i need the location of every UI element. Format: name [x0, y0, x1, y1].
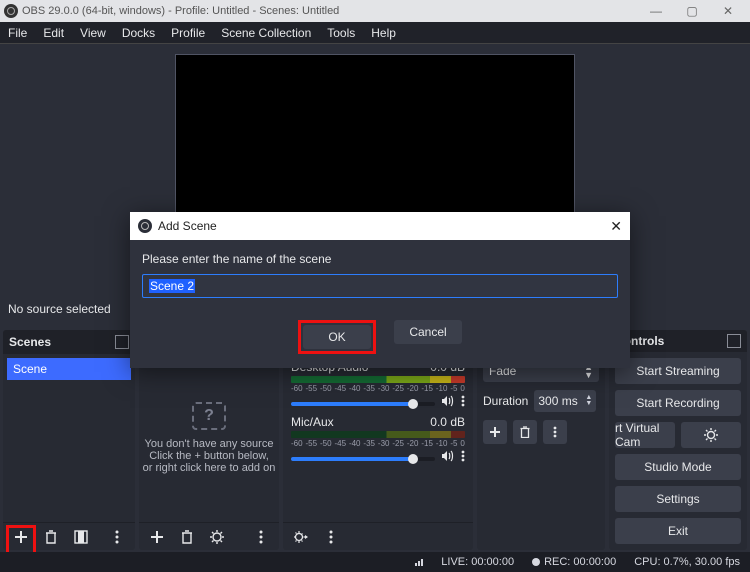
- scene-filter-button[interactable]: [69, 525, 93, 549]
- dialog-prompt: Please enter the name of the scene: [142, 252, 618, 266]
- audio-ticks: -60-55-50-45-40-35-30-25-20-15-10-50: [291, 384, 465, 393]
- menu-view[interactable]: View: [80, 26, 106, 40]
- menubar: File Edit View Docks Profile Scene Colle…: [0, 22, 750, 44]
- status-cpu: CPU: 0.7%, 30.00 fps: [634, 556, 740, 568]
- window-title: OBS 29.0.0 (64-bit, windows) - Profile: …: [22, 5, 339, 17]
- start-streaming-button[interactable]: Start Streaming: [615, 358, 741, 384]
- volume-slider[interactable]: [291, 457, 435, 461]
- duration-label: Duration: [483, 394, 528, 408]
- scenes-panel: Scenes Scene: [3, 330, 135, 550]
- audio-ch-db: 0.0 dB: [430, 415, 465, 429]
- virtual-cam-button[interactable]: rt Virtual Cam: [615, 422, 675, 448]
- channel-more-button[interactable]: [461, 395, 465, 407]
- dialog-close-button[interactable]: ✕: [610, 218, 622, 235]
- menu-tools[interactable]: Tools: [327, 26, 355, 40]
- annotation-highlight: [6, 525, 36, 555]
- menu-scene-collection[interactable]: Scene Collection: [221, 26, 311, 40]
- menu-edit[interactable]: Edit: [43, 26, 64, 40]
- ok-button[interactable]: OK: [303, 325, 371, 349]
- transition-more-button[interactable]: [543, 420, 567, 444]
- audio-more-button[interactable]: [319, 525, 343, 549]
- network-icon: [415, 559, 423, 566]
- volume-slider[interactable]: [291, 402, 435, 406]
- studio-mode-button[interactable]: Studio Mode: [615, 454, 741, 480]
- no-source-label: No source selected: [8, 302, 111, 316]
- settings-button[interactable]: Settings: [615, 486, 741, 512]
- statusbar: LIVE: 00:00:00 REC: 00:00:00 CPU: 0.7%, …: [0, 552, 750, 572]
- menu-file[interactable]: File: [8, 26, 27, 40]
- add-transition-button[interactable]: [483, 420, 507, 444]
- speaker-icon[interactable]: [441, 395, 455, 407]
- app-logo-icon: [138, 219, 152, 233]
- audio-channel-mic: Mic/Aux 0.0 dB -60-55-50-45-40-35-30-25-…: [291, 415, 465, 462]
- source-more-button[interactable]: [249, 525, 273, 549]
- window-titlebar: OBS 29.0.0 (64-bit, windows) - Profile: …: [0, 0, 750, 22]
- app-logo-icon: [4, 4, 18, 18]
- popout-icon[interactable]: [727, 334, 741, 348]
- close-button[interactable]: ✕: [710, 4, 746, 18]
- annotation-highlight: OK: [298, 320, 376, 354]
- audio-ch-name: Mic/Aux: [291, 415, 334, 429]
- scenes-title: Scenes: [9, 335, 51, 349]
- remove-source-button[interactable]: [175, 525, 199, 549]
- minimize-button[interactable]: —: [638, 4, 674, 18]
- menu-profile[interactable]: Profile: [171, 26, 205, 40]
- duration-spinner[interactable]: 300 ms ▲▼: [534, 390, 596, 412]
- exit-button[interactable]: Exit: [615, 518, 741, 544]
- sources-empty-text: You don't have any source Click the + bu…: [143, 438, 276, 474]
- virtual-cam-settings-button[interactable]: [681, 422, 741, 448]
- audio-advanced-button[interactable]: [289, 525, 313, 549]
- speaker-icon[interactable]: [441, 450, 455, 462]
- add-scene-dialog: Add Scene ✕ Please enter the name of the…: [130, 212, 630, 368]
- status-live: LIVE: 00:00:00: [441, 556, 514, 568]
- channel-more-button[interactable]: [461, 450, 465, 462]
- dialog-title: Add Scene: [158, 219, 217, 233]
- menu-help[interactable]: Help: [371, 26, 396, 40]
- add-source-button[interactable]: [145, 525, 169, 549]
- scene-more-button[interactable]: [105, 525, 129, 549]
- popout-icon[interactable]: [115, 335, 129, 349]
- remove-scene-button[interactable]: [39, 525, 63, 549]
- audio-ticks: -60-55-50-45-40-35-30-25-20-15-10-50: [291, 439, 465, 448]
- remove-transition-button[interactable]: [513, 420, 537, 444]
- audio-meter: [291, 431, 465, 438]
- scene-name-input[interactable]: Scene 2: [142, 274, 618, 298]
- status-rec: REC: 00:00:00: [532, 556, 616, 568]
- cancel-button[interactable]: Cancel: [394, 320, 462, 344]
- sources-empty-icon: ?: [192, 402, 226, 430]
- menu-docks[interactable]: Docks: [122, 26, 155, 40]
- start-recording-button[interactable]: Start Recording: [615, 390, 741, 416]
- maximize-button[interactable]: ▢: [674, 4, 710, 18]
- audio-meter: [291, 376, 465, 383]
- scene-item[interactable]: Scene: [7, 358, 131, 380]
- source-properties-button[interactable]: [205, 525, 229, 549]
